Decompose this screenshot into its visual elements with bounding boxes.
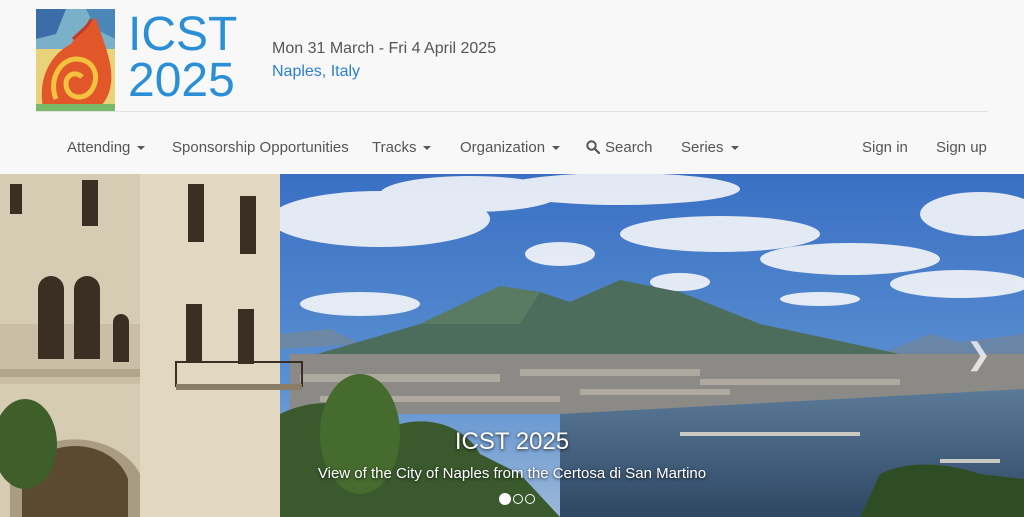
caret-down-icon xyxy=(730,146,739,151)
conference-acronym[interactable]: ICST xyxy=(128,11,237,59)
nav-organization[interactable]: Organization xyxy=(460,139,561,156)
carousel-indicator-1[interactable] xyxy=(499,493,511,505)
nav-tracks-label: Tracks xyxy=(372,139,417,156)
nav-sponsorship-label: Sponsorship Opportunities xyxy=(172,139,349,156)
nav-series[interactable]: Series xyxy=(681,139,739,156)
carousel-indicator-3[interactable] xyxy=(525,494,535,504)
nav-attending[interactable]: Attending xyxy=(67,139,146,156)
nav-organization-label: Organization xyxy=(460,139,546,156)
carousel-caption-text: View of the City of Naples from the Cert… xyxy=(317,465,707,482)
conference-title[interactable]: ICST 2025 xyxy=(128,11,237,105)
main-navbar: Attending Sponsorship Opportunities Trac… xyxy=(0,112,1024,174)
search-icon xyxy=(586,140,600,154)
carousel-indicator-2[interactable] xyxy=(513,494,523,504)
nav-attending-label: Attending xyxy=(67,139,131,156)
carousel-caption-title: ICST 2025 xyxy=(454,428,570,455)
conference-location[interactable]: Naples, Italy xyxy=(272,63,360,81)
site-header: ICST 2025 Mon 31 March - Fri 4 April 202… xyxy=(0,0,1024,112)
nav-search-label: Search xyxy=(605,139,653,156)
carousel-next-button[interactable]: ❯ xyxy=(966,337,991,372)
nav-series-label: Series xyxy=(681,139,724,156)
sign-up-link[interactable]: Sign up xyxy=(936,139,987,156)
caret-down-icon xyxy=(423,146,432,151)
conference-year[interactable]: 2025 xyxy=(128,57,237,105)
nav-tracks[interactable]: Tracks xyxy=(372,139,432,156)
chevron-right-icon: ❯ xyxy=(966,338,992,371)
caret-down-icon xyxy=(552,146,561,151)
nav-sponsorship[interactable]: Sponsorship Opportunities xyxy=(172,139,349,156)
nav-search[interactable]: Search xyxy=(586,139,653,156)
sign-in-link[interactable]: Sign in xyxy=(862,139,908,156)
conference-dates: Mon 31 March - Fri 4 April 2025 xyxy=(272,40,497,57)
caret-down-icon xyxy=(137,146,146,151)
conference-logo[interactable] xyxy=(36,9,115,112)
